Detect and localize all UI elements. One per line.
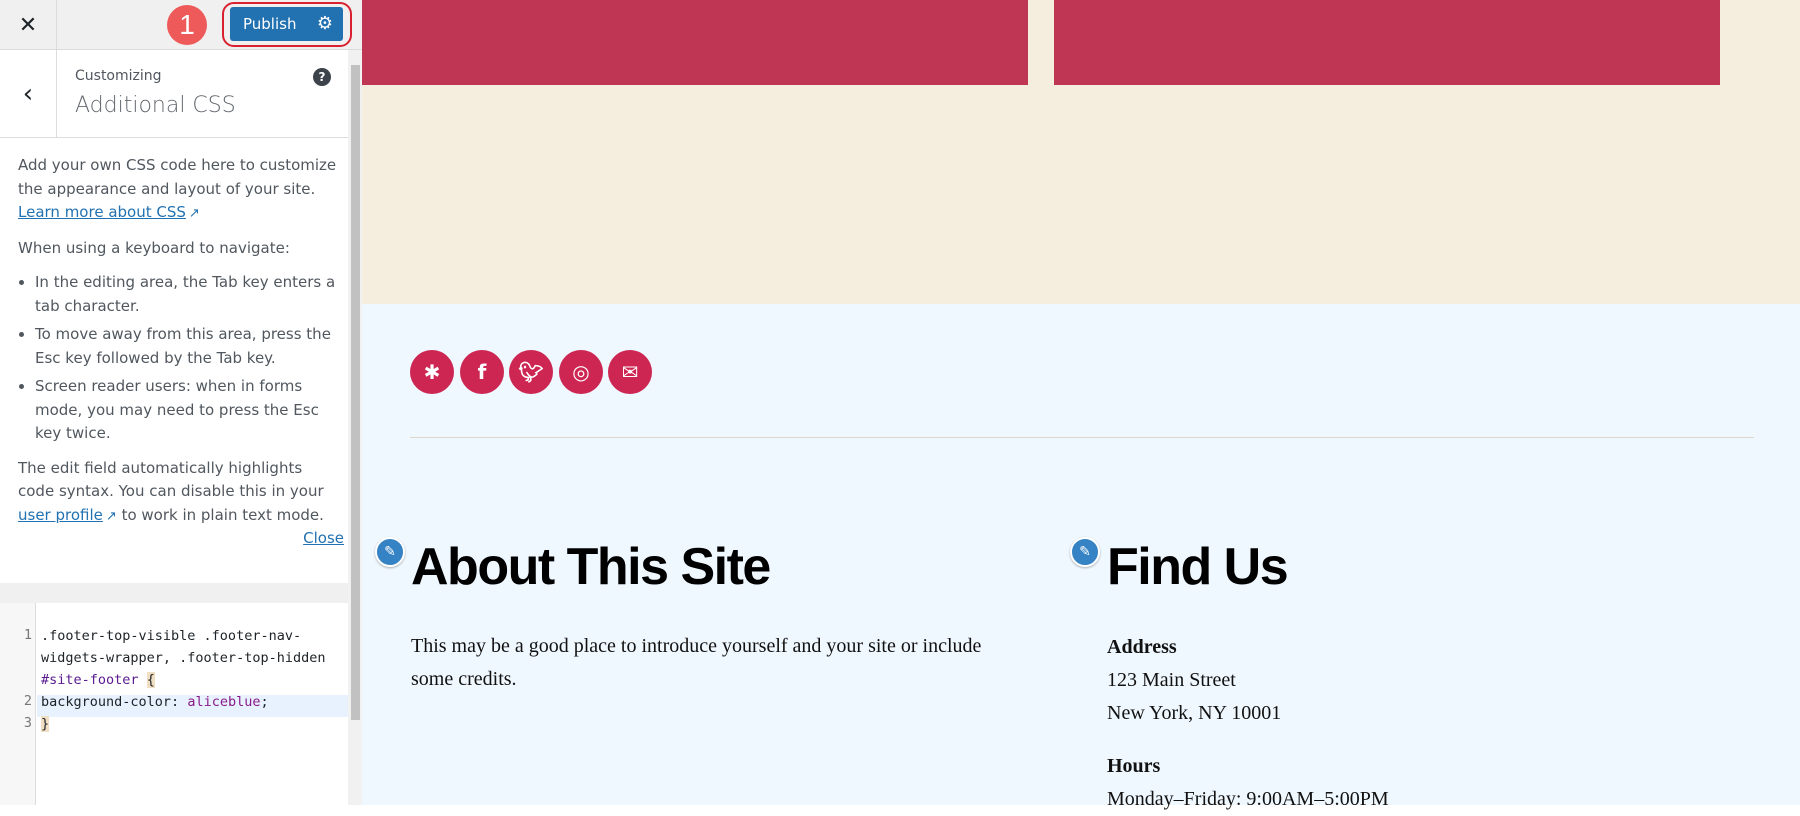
syntax-text: The edit field automatically highlights … xyxy=(18,458,324,501)
external-link-icon: ↗ xyxy=(105,508,117,524)
line-number: 3 xyxy=(23,715,32,731)
address-label: Address xyxy=(1107,636,1177,658)
red-block xyxy=(362,0,1028,85)
address-line: New York, NY 10001 xyxy=(1107,702,1282,724)
hours-label: Hours xyxy=(1107,755,1161,777)
list-item: To move away from this area, press the E… xyxy=(35,323,338,370)
footer-divider xyxy=(410,437,1754,438)
gear-icon[interactable]: ⚙ xyxy=(317,13,333,34)
learn-more-link[interactable]: Learn more about CSS xyxy=(18,203,186,221)
facebook-icon[interactable]: f xyxy=(460,350,504,394)
section-description: Add your own CSS code here to customize … xyxy=(18,154,338,539)
step-badge: 1 xyxy=(167,5,207,45)
find-us-title: Find Us xyxy=(1107,538,1289,596)
site-footer: ✱ f 🐦︎ ◎ ✉ ✎ About This Site This may be… xyxy=(362,304,1800,810)
code-value: aliceblue xyxy=(187,694,261,710)
keyboard-heading: When using a keyboard to navigate: xyxy=(18,238,290,257)
edit-pencil-icon[interactable]: ✎ xyxy=(375,537,405,567)
close-description-link[interactable]: Close xyxy=(303,529,344,547)
edit-pencil-icon[interactable]: ✎ xyxy=(1070,537,1100,567)
list-item: Screen reader users: when in forms mode,… xyxy=(35,375,338,446)
question-icon[interactable]: ? xyxy=(313,68,331,86)
code-line: .footer-top-visible .footer-nav- xyxy=(41,628,302,644)
code-line: } xyxy=(41,713,50,735)
line-number: 2 xyxy=(23,693,32,709)
list-item: In the editing area, the Tab key enters … xyxy=(35,271,338,318)
about-text: This may be a good place to introduce yo… xyxy=(411,635,982,690)
twitter-icon[interactable]: 🐦︎ xyxy=(509,350,553,394)
customizer-topbar: ✕ 1 Publish ⚙ xyxy=(0,0,362,50)
back-button[interactable]: ‹ xyxy=(0,50,57,138)
code-semicolon: ; xyxy=(260,694,269,710)
customizer-sidebar: ✕ 1 Publish ⚙ ‹ Customizing Additional C… xyxy=(0,0,362,805)
mail-icon[interactable]: ✉ xyxy=(608,350,652,394)
section-header: ‹ Customizing Additional CSS ? xyxy=(0,50,348,138)
hours-line: Monday–Friday: 9:00AM–5:00PM xyxy=(1107,788,1389,810)
line-number: 1 xyxy=(23,627,32,643)
divider xyxy=(0,583,348,603)
code-brace: } xyxy=(41,716,50,732)
red-block xyxy=(1054,0,1720,85)
code-line: widgets-wrapper, .footer-top-hidden xyxy=(41,650,326,666)
close-customizer-button[interactable]: ✕ xyxy=(0,0,57,50)
publish-button[interactable]: Publish ⚙ xyxy=(230,7,343,41)
intro-text: Add your own CSS code here to customize … xyxy=(18,156,337,198)
address-line: 123 Main Street xyxy=(1107,669,1236,691)
chevron-left-icon: ‹ xyxy=(22,79,34,109)
code-property: background-color: xyxy=(41,694,188,710)
code-line: #site-footer { xyxy=(41,669,155,691)
site-preview: ✱ f 🐦︎ ◎ ✉ ✎ About This Site This may be… xyxy=(362,0,1800,810)
user-profile-link[interactable]: user profile xyxy=(18,506,103,524)
about-title: About This Site xyxy=(411,538,771,596)
syntax-text-end: to work in plain text mode. xyxy=(121,505,324,524)
instagram-icon[interactable]: ◎ xyxy=(559,350,603,394)
code-brace: { xyxy=(146,672,155,688)
code-line: background-color: aliceblue; xyxy=(41,691,269,713)
publish-label: Publish xyxy=(243,15,297,33)
yelp-icon[interactable]: ✱ xyxy=(410,350,454,394)
external-link-icon: ↗ xyxy=(188,206,200,221)
scrollbar-thumb[interactable] xyxy=(351,65,360,720)
css-code-editor[interactable]: 1 2 3 .footer-top-visible .footer-nav- w… xyxy=(0,603,348,805)
close-icon: ✕ xyxy=(18,12,38,38)
page-title: Additional CSS xyxy=(75,93,236,118)
code-selector: #site-footer xyxy=(41,672,139,688)
customizing-label: Customizing xyxy=(75,68,162,84)
